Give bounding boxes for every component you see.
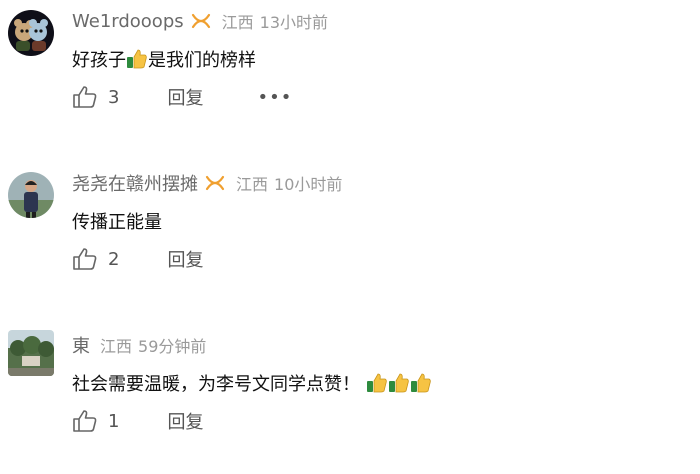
- username[interactable]: 東: [72, 332, 90, 358]
- like-button[interactable]: 3: [72, 85, 119, 109]
- like-count: 3: [108, 86, 120, 108]
- reply-button[interactable]: 回复: [167, 84, 203, 110]
- comment-meta: We1rdooops 江西 13小时前: [72, 8, 328, 34]
- comment-meta: 尧尧在赣州摆摊 江西 10小时前: [72, 170, 342, 196]
- landscape-avatar-icon: [8, 330, 54, 376]
- timestamp: 10小时前: [274, 175, 343, 194]
- comment-3: 東 江西 59分钟前 社会需要温暖，为李号文同学点赞！ 1 回复: [0, 324, 700, 474]
- like-count: 1: [108, 410, 120, 432]
- comment-text: 传播正能量: [72, 212, 162, 233]
- thumbs-up-emoji-icon: [127, 49, 147, 69]
- location: 江西: [221, 13, 254, 32]
- thumbs-up-icon: [73, 248, 97, 270]
- like-button[interactable]: 2: [72, 247, 119, 271]
- comment-text: 社会需要温暖，为李号文同学点赞！: [72, 370, 432, 396]
- comment-1: We1rdooops 江西 13小时前 好孩子 是我们的榜样 3 回复 •••: [0, 0, 700, 150]
- like-count: 2: [108, 248, 120, 270]
- thumbs-up-icon: [73, 86, 97, 108]
- emoji-group: [366, 372, 432, 394]
- verified-badge-icon: [191, 13, 210, 29]
- comment-2: 尧尧在赣州摆摊 江西 10小时前 传播正能量 2 回复: [0, 162, 700, 312]
- comment-actions: 2 回复: [72, 244, 203, 274]
- reply-button[interactable]: 回复: [167, 408, 203, 434]
- timestamp: 13小时前: [259, 13, 329, 32]
- thumbs-up-emoji-icon: [411, 373, 431, 393]
- comment-text-part: 好孩子: [72, 50, 126, 71]
- comment-text-part: 社会需要温暖，为李号文同学点赞！: [72, 374, 360, 395]
- person-avatar-icon: [8, 172, 54, 218]
- verified-badge-icon: [205, 175, 225, 191]
- avatar[interactable]: [8, 172, 54, 218]
- comment-text: 好孩子 是我们的榜样: [72, 46, 256, 72]
- comment-text-part: 是我们的榜样: [148, 50, 256, 71]
- reply-button[interactable]: 回复: [167, 246, 203, 272]
- thumbs-up-emoji-icon: [389, 373, 409, 393]
- cartoon-avatar-icon: [8, 10, 54, 56]
- thumbs-up-icon: [73, 410, 97, 432]
- username[interactable]: We1rdooops: [72, 11, 184, 32]
- location: 江西: [100, 337, 133, 356]
- username[interactable]: 尧尧在赣州摆摊: [72, 170, 198, 196]
- comment-actions: 1 回复: [72, 406, 203, 436]
- timestamp: 59分钟前: [138, 337, 207, 356]
- avatar[interactable]: [8, 330, 54, 376]
- more-options-icon[interactable]: •••: [257, 87, 292, 108]
- avatar[interactable]: [8, 10, 54, 56]
- comment-actions: 3 回复 •••: [72, 82, 292, 112]
- like-button[interactable]: 1: [72, 409, 119, 433]
- location: 江西: [236, 175, 269, 194]
- comment-meta: 東 江西 59分钟前: [72, 332, 206, 358]
- thumbs-up-emoji-icon: [367, 373, 387, 393]
